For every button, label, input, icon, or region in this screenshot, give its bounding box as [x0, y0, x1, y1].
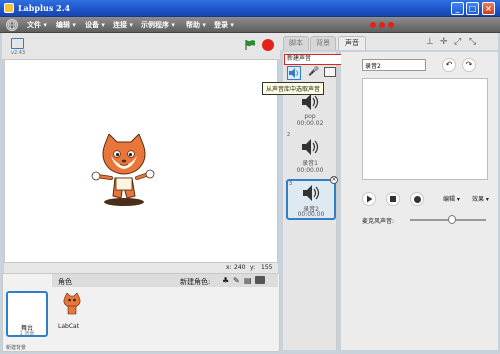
stop-icon[interactable]	[262, 39, 274, 51]
mic-volume-label: 麦克风声音:	[362, 218, 395, 225]
green-flag-icon[interactable]	[244, 39, 256, 53]
speaker-icon	[302, 139, 319, 155]
shrink-icon[interactable]: ⤡	[469, 37, 476, 47]
effects-menu-dropdown[interactable]: 效果 ▾	[472, 194, 489, 203]
status-dot	[370, 22, 376, 28]
minimize-button[interactable]: _	[451, 2, 464, 15]
paint-brush-icon[interactable]: ✎	[233, 276, 240, 285]
tab-script[interactable]: 脚本	[283, 36, 309, 50]
sound-name: 录音1	[302, 160, 318, 167]
fullscreen-icon[interactable]	[11, 38, 24, 49]
mic-volume-thumb[interactable]	[447, 215, 456, 224]
speaker-icon	[303, 185, 320, 201]
stop-button[interactable]	[386, 192, 400, 206]
maximize-button[interactable]: □	[466, 2, 479, 15]
sound-item-recording2[interactable]: 3 × 录音2 00:00.00	[286, 176, 338, 220]
tab-backdrop[interactable]: 背景	[310, 36, 336, 50]
sound-library-icon[interactable]	[287, 66, 301, 80]
record-mic-icon[interactable]: 🎤	[308, 67, 319, 77]
sound-name-input[interactable]	[362, 59, 426, 71]
stamp-icon[interactable]: ⊥	[426, 37, 434, 47]
sound-item-recording1[interactable]: 录音1 00:00.00	[285, 138, 335, 174]
sprites-header: 角色 新建角色: ♣ ✎ ▤	[52, 274, 278, 287]
menu-bar: 文件 ▾ 编辑 ▾ 设备 ▾ 连接 ▾ 示例程序 ▾ 帮助 ▾ 登录 ▾	[0, 17, 500, 33]
move-icon[interactable]: ✛	[440, 37, 448, 47]
upload-file-icon[interactable]: ▤	[244, 276, 252, 285]
menu-edit[interactable]: 编辑 ▾	[56, 20, 76, 30]
stage-thumb-sub: 1 背景	[19, 331, 35, 337]
new-sprite-label: 新建角色:	[180, 278, 211, 286]
sound-name: pop	[304, 113, 316, 120]
sprite-library-icon[interactable]: ♣	[222, 276, 229, 285]
sound-index: 3	[289, 181, 293, 187]
stage-toolbar: v2.43	[2, 33, 280, 59]
play-button[interactable]	[362, 192, 376, 206]
sound-duration: 00:00.00	[297, 211, 325, 218]
menu-device[interactable]: 设备 ▾	[85, 20, 105, 30]
sound-item-pop[interactable]: pop 00:00.02	[285, 93, 335, 127]
globe-icon[interactable]	[6, 19, 18, 31]
grow-icon[interactable]: ⤢	[454, 37, 461, 47]
waveform-area[interactable]	[362, 78, 488, 180]
y-label: y:	[250, 264, 256, 271]
status-dot	[379, 22, 385, 28]
status-dot	[388, 22, 394, 28]
stage-thumbnail[interactable]: 舞台 1 背景	[6, 291, 48, 337]
version-label: v2.43	[11, 50, 26, 56]
sprite-name: LabCat	[58, 323, 80, 330]
camera-icon[interactable]	[255, 276, 265, 284]
tab-sound[interactable]: 声音	[338, 36, 366, 50]
menu-file[interactable]: 文件 ▾	[27, 20, 47, 30]
menu-login[interactable]: 登录 ▾	[214, 20, 234, 30]
close-button[interactable]: ×	[482, 2, 495, 15]
edit-menu-dropdown[interactable]: 编辑 ▾	[443, 194, 460, 203]
sound-duration: 00:00.02	[296, 120, 324, 127]
coords-bar: x: 240 y: 155	[4, 263, 278, 273]
record-button[interactable]	[410, 192, 424, 206]
menu-help[interactable]: 帮助 ▾	[186, 20, 206, 30]
window-title: Labplus 2.4	[18, 3, 71, 13]
redo-icon[interactable]: ↷	[462, 58, 476, 72]
x-label: x:	[226, 264, 232, 271]
speaker-icon	[302, 94, 319, 110]
labcat-thumbnail-icon[interactable]	[60, 293, 84, 317]
y-coordinate: 155	[261, 264, 273, 271]
sprites-title: 角色	[58, 278, 72, 286]
menu-examples[interactable]: 示例程序 ▾	[141, 20, 175, 30]
stage-canvas[interactable]	[4, 59, 278, 263]
upload-sound-icon[interactable]	[324, 67, 336, 77]
cat-sprite[interactable]	[89, 134, 159, 208]
x-coordinate: 240	[234, 264, 246, 271]
new-backdrop-label: 新建背景	[6, 345, 27, 351]
undo-icon[interactable]: ↶	[442, 58, 456, 72]
delete-sound-icon[interactable]: ×	[330, 176, 338, 184]
menu-connect[interactable]: 连接 ▾	[113, 20, 133, 30]
app-icon	[4, 3, 14, 13]
sound-duration: 00:00.00	[296, 167, 324, 174]
title-bar: Labplus 2.4 _ □ ×	[0, 0, 500, 17]
